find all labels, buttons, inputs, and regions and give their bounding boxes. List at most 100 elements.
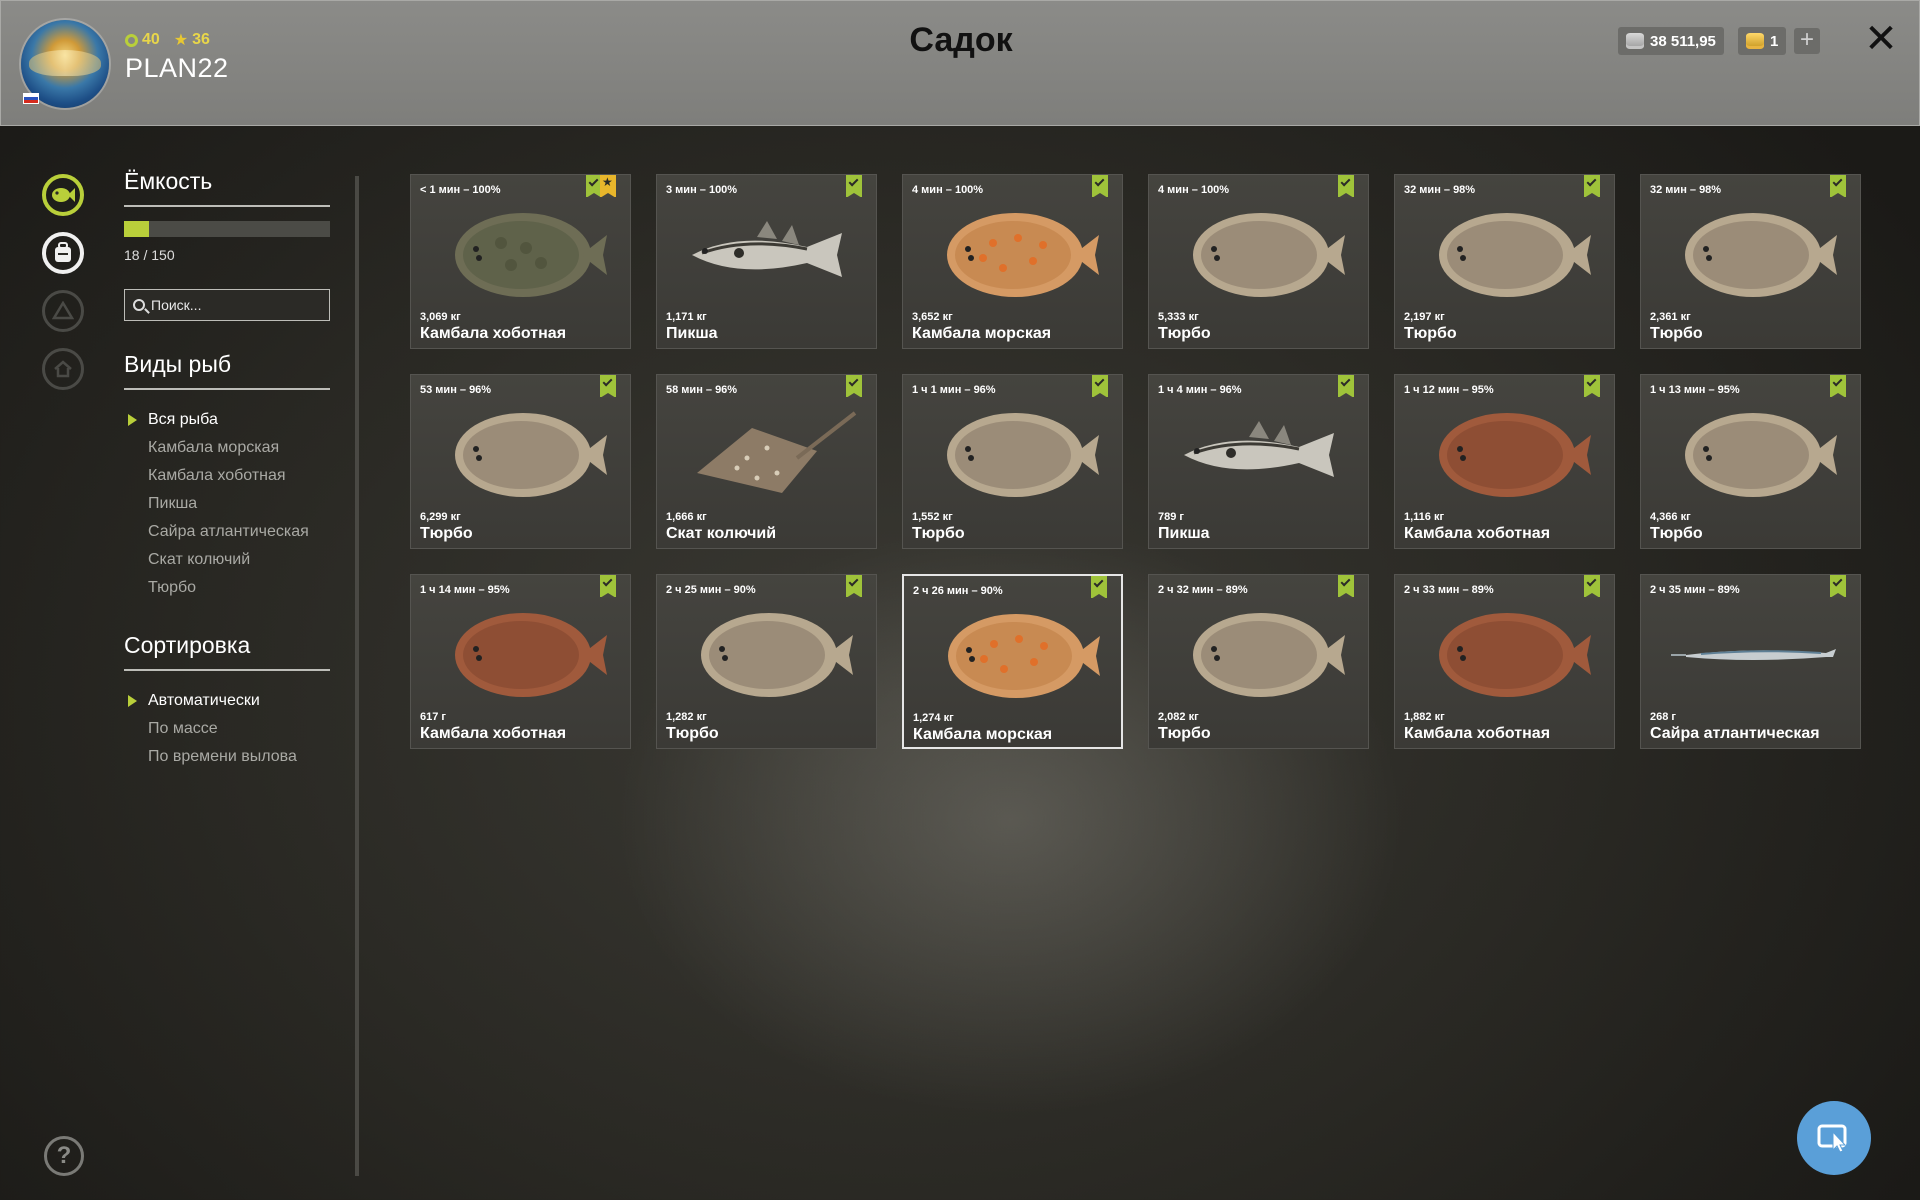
fish-card[interactable]: 3 мин – 100% 1,171 кг Пикша [656,174,877,349]
catch-time: 32 мин – 98% [1650,184,1722,196]
release-check-icon[interactable] [1092,175,1108,198]
fish-weight: 3,069 кг [420,311,461,323]
fish-name: Тюрбо [420,525,473,542]
fish-card[interactable]: 2 ч 26 мин – 90% 1,274 кг Камбала морская [902,574,1123,749]
flounder-red-fish-image [455,613,607,697]
release-check-icon[interactable] [1338,375,1354,398]
saury-fish-image [1671,649,1836,660]
species-filter-item-1[interactable]: Камбала морская [124,434,330,462]
fish-name: Тюрбо [1650,525,1703,542]
release-check-icon[interactable] [1091,576,1107,599]
release-check-icon[interactable] [1830,575,1846,598]
catch-time: 58 мин – 96% [666,384,738,396]
top-bar: 40 ★ 36 PLAN22 Садок 38 511,95 1 + ✕ [0,0,1920,126]
capacity-bar-fill [124,221,149,237]
release-check-icon[interactable] [1338,175,1354,198]
release-check-icon[interactable] [1584,175,1600,198]
catch-time: 1 ч 13 мин – 95% [1650,384,1740,396]
release-check-icon[interactable] [1830,375,1846,398]
gold-coins-icon [1746,33,1764,49]
release-check-icon[interactable] [1338,575,1354,598]
sort-option-0[interactable]: Автоматически [124,687,330,715]
fish-card[interactable]: 1 ч 4 мин – 96% 789 г Пикша [1148,374,1369,549]
capacity-title: Ёмкость [124,168,330,207]
silver-balance: 38 511,95 [1618,27,1724,55]
release-check-icon[interactable] [1830,175,1846,198]
fish-name: Тюрбо [1650,325,1703,342]
plaice-fish-image [948,614,1100,698]
fish-card[interactable]: 1 ч 14 мин – 95% 617 г Камбала хоботная [410,574,631,749]
search-field[interactable]: Поиск... [124,289,330,321]
sort-option-1[interactable]: По массе [124,715,330,743]
fish-card[interactable]: 1 ч 13 мин – 95% 4,366 кг Тюрбо [1640,374,1861,549]
fish-icon [52,188,75,202]
home-tab[interactable] [42,348,84,390]
release-check-icon[interactable] [600,575,616,598]
species-filter-item-4[interactable]: Сайра атлантическая [124,518,330,546]
fish-card[interactable]: 4 мин – 100% 5,333 кг Тюрбо [1148,174,1369,349]
fish-card[interactable]: 2 ч 25 мин – 90% 1,282 кг Тюрбо [656,574,877,749]
cursor-mode-button[interactable] [1797,1101,1871,1175]
help-button[interactable]: ? [44,1136,84,1176]
catch-time: 2 ч 26 мин – 90% [913,585,1003,597]
catch-time: 1 ч 4 мин – 96% [1158,384,1242,396]
release-check-icon[interactable] [846,375,862,398]
fish-card[interactable]: 2 ч 32 мин – 89% 2,082 кг Тюрбо [1148,574,1369,749]
fish-name: Камбала морская [913,726,1053,743]
fish-name: Скат колючий [666,525,777,542]
fish-card[interactable]: < 1 мин – 100% ★ 3,069 кг Камбала хоботная [410,174,631,349]
release-check-icon[interactable] [600,375,616,398]
turbot-fish-image [701,613,853,697]
cursor-window-icon [1817,1124,1847,1153]
species-filter-item-6[interactable]: Тюрбо [124,574,330,602]
fish-weight: 268 г [1650,711,1676,723]
fish-card[interactable]: 58 мин – 96% 1,666 кг Скат колючий [656,374,877,549]
haddock-fish-image [1184,421,1334,477]
fish-weight: 5,333 кг [1158,311,1199,323]
turbot-fish-image [1193,613,1345,697]
release-check-icon[interactable] [846,175,862,198]
tent-tab[interactable] [42,290,84,332]
catch-time: 1 ч 14 мин – 95% [420,584,510,596]
release-check-icon[interactable] [1584,375,1600,398]
home-icon [54,360,72,378]
catch-time: 2 ч 32 мин – 89% [1158,584,1248,596]
plaice-fish-image [947,213,1099,297]
fish-name: Камбала морская [912,325,1052,342]
species-filter-item-2[interactable]: Камбала хоботная [124,462,330,490]
fish-card[interactable]: 2 ч 33 мин – 89% 1,882 кг Камбала хоботная [1394,574,1615,749]
fish-name: Тюрбо [666,725,719,742]
inventory-tab[interactable] [42,232,84,274]
fish-card[interactable]: 32 мин – 98% 2,197 кг Тюрбо [1394,174,1615,349]
tent-icon [52,301,74,320]
sort-option-2[interactable]: По времени вылова [124,743,330,771]
fish-card[interactable]: 53 мин – 96% 6,299 кг Тюрбо [410,374,631,549]
turbot-fish-image [455,413,607,497]
release-check-icon[interactable] [1584,575,1600,598]
fish-weight: 1,274 кг [913,712,954,724]
gold-value: 1 [1770,32,1779,50]
buy-currency-button[interactable]: + [1794,28,1820,54]
fish-weight: 2,197 кг [1404,311,1445,323]
fish-weight: 789 г [1158,511,1184,523]
release-check-icon[interactable] [1092,375,1108,398]
ray-fish-image [697,411,857,493]
fish-weight: 2,082 кг [1158,711,1199,723]
species-filter-item-0[interactable]: Вся рыба [124,406,330,434]
fish-card[interactable]: 1 ч 1 мин – 96% 1,552 кг Тюрбо [902,374,1123,549]
close-button[interactable]: ✕ [1863,19,1899,59]
fish-card[interactable]: 4 мин – 100% 3,652 кг Камбала морская [902,174,1123,349]
search-icon [133,299,145,311]
fish-weight: 1,282 кг [666,711,707,723]
fish-weight: 2,361 кг [1650,311,1691,323]
keepnet-fish-tab[interactable] [42,174,84,216]
flounder-red-fish-image [1439,613,1591,697]
species-filter-item-3[interactable]: Пикша [124,490,330,518]
fish-card[interactable]: 32 мин – 98% 2,361 кг Тюрбо [1640,174,1861,349]
turbot-fish-image [1685,413,1837,497]
fish-card[interactable]: 1 ч 12 мин – 95% 1,116 кг Камбала хоботная [1394,374,1615,549]
species-filter-item-5[interactable]: Скат колючий [124,546,330,574]
fish-card[interactable]: 2 ч 35 мин – 89% 268 г Сайра атлантическая [1640,574,1861,749]
search-input[interactable]: Поиск... [151,297,201,313]
release-check-icon[interactable] [846,575,862,598]
